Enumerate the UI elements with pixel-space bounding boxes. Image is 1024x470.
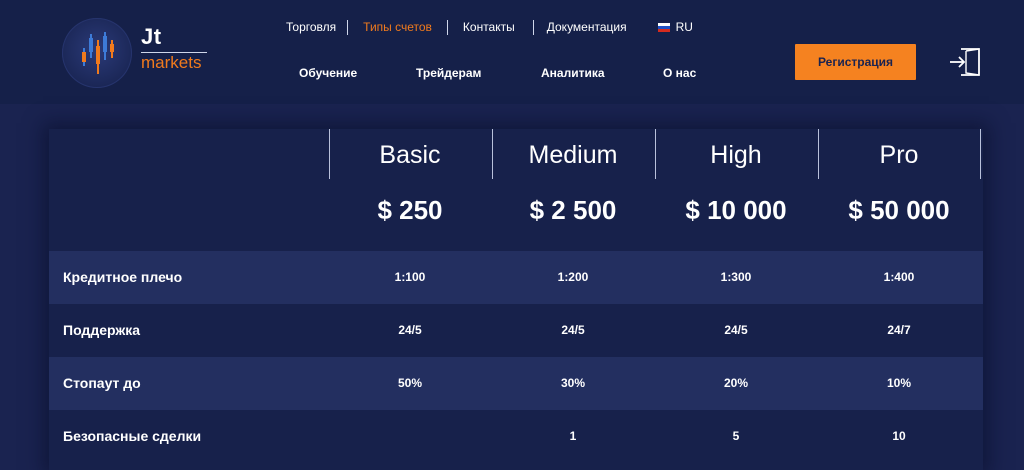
plan-price: $ 250 [377, 195, 443, 225]
table-cell: 1:200 [557, 270, 589, 284]
table-cell: 30% [560, 376, 586, 390]
table-cell [329, 410, 491, 463]
row-label: Стопаут до [63, 375, 141, 391]
register-button[interactable]: Регистрация [795, 44, 916, 80]
main-nav-education[interactable]: Обучение [299, 66, 357, 80]
brand-subname: markets [141, 53, 202, 72]
plan-name: High [710, 141, 762, 169]
table-row-support: Поддержка 24/5 24/5 24/5 24/7 [49, 304, 983, 357]
plan-name: Basic [379, 141, 441, 169]
nav-separator [532, 19, 534, 35]
nav-separator [446, 19, 448, 35]
russia-flag-icon [657, 23, 670, 32]
brand-name: Jt [141, 24, 162, 49]
top-nav-trading[interactable]: Торговля [286, 19, 336, 35]
account-types-table: Basic $ 250 Medium $ 2 500 High $ 10 000… [49, 129, 983, 470]
plan-column-pro: Pro $ 50 000 [818, 129, 981, 251]
top-nav-contacts[interactable]: Контакты [463, 19, 515, 35]
plan-price: $ 50 000 [848, 195, 950, 225]
plan-column-basic: Basic $ 250 [329, 129, 492, 251]
table-cell: 24/5 [724, 323, 748, 337]
row-label: Кредитное плечо [63, 269, 183, 285]
top-nav-account-types[interactable]: Типы счетов [363, 19, 432, 35]
table-cell: 1:100 [394, 270, 426, 284]
table-cell: 10 [892, 429, 906, 443]
main-nav-traders[interactable]: Трейдерам [416, 66, 481, 80]
plan-price: $ 2 500 [529, 195, 617, 225]
main-nav-about[interactable]: О нас [663, 66, 696, 80]
language-label: RU [675, 20, 693, 34]
table-cell: 24/5 [398, 323, 422, 337]
logo-icon[interactable] [62, 18, 132, 88]
login-icon[interactable] [948, 45, 982, 79]
site-header: Jt markets Торговля Типы счетов Контакты… [0, 0, 1024, 104]
table-row-stopout: Стопаут до 50% 30% 20% 10% [49, 357, 983, 410]
table-cell: 50% [397, 376, 423, 390]
plan-name: Pro [879, 141, 919, 169]
table-cell: 5 [732, 429, 740, 443]
plan-column-medium: Medium $ 2 500 [492, 129, 655, 251]
plan-price: $ 10 000 [685, 195, 787, 225]
table-row-safe-trades: Безопасные сделки 1 5 10 [49, 410, 983, 463]
column-divider [980, 129, 981, 179]
table-cell: 10% [886, 376, 912, 390]
row-label: Поддержка [63, 322, 141, 338]
table-cell: 1:400 [883, 270, 915, 284]
plan-column-high: High $ 10 000 [655, 129, 818, 251]
brand-wordmark[interactable]: Jt markets [141, 25, 207, 73]
table-cell: 1:300 [720, 270, 752, 284]
top-nav-documentation[interactable]: Документация [547, 19, 627, 35]
main-nav-analytics[interactable]: Аналитика [541, 66, 605, 80]
table-row-leverage: Кредитное плечо 1:100 1:200 1:300 1:400 [49, 251, 983, 304]
plan-name: Medium [528, 141, 618, 169]
table-cell: 24/5 [561, 323, 585, 337]
table-cell: 1 [569, 429, 577, 443]
top-nav: Торговля Типы счетов Контакты Документац… [286, 19, 693, 35]
nav-separator [347, 19, 349, 35]
row-label: Безопасные сделки [63, 428, 202, 444]
table-cell: 24/7 [887, 323, 911, 337]
language-selector[interactable]: RU [657, 19, 693, 35]
table-cell: 20% [723, 376, 749, 390]
